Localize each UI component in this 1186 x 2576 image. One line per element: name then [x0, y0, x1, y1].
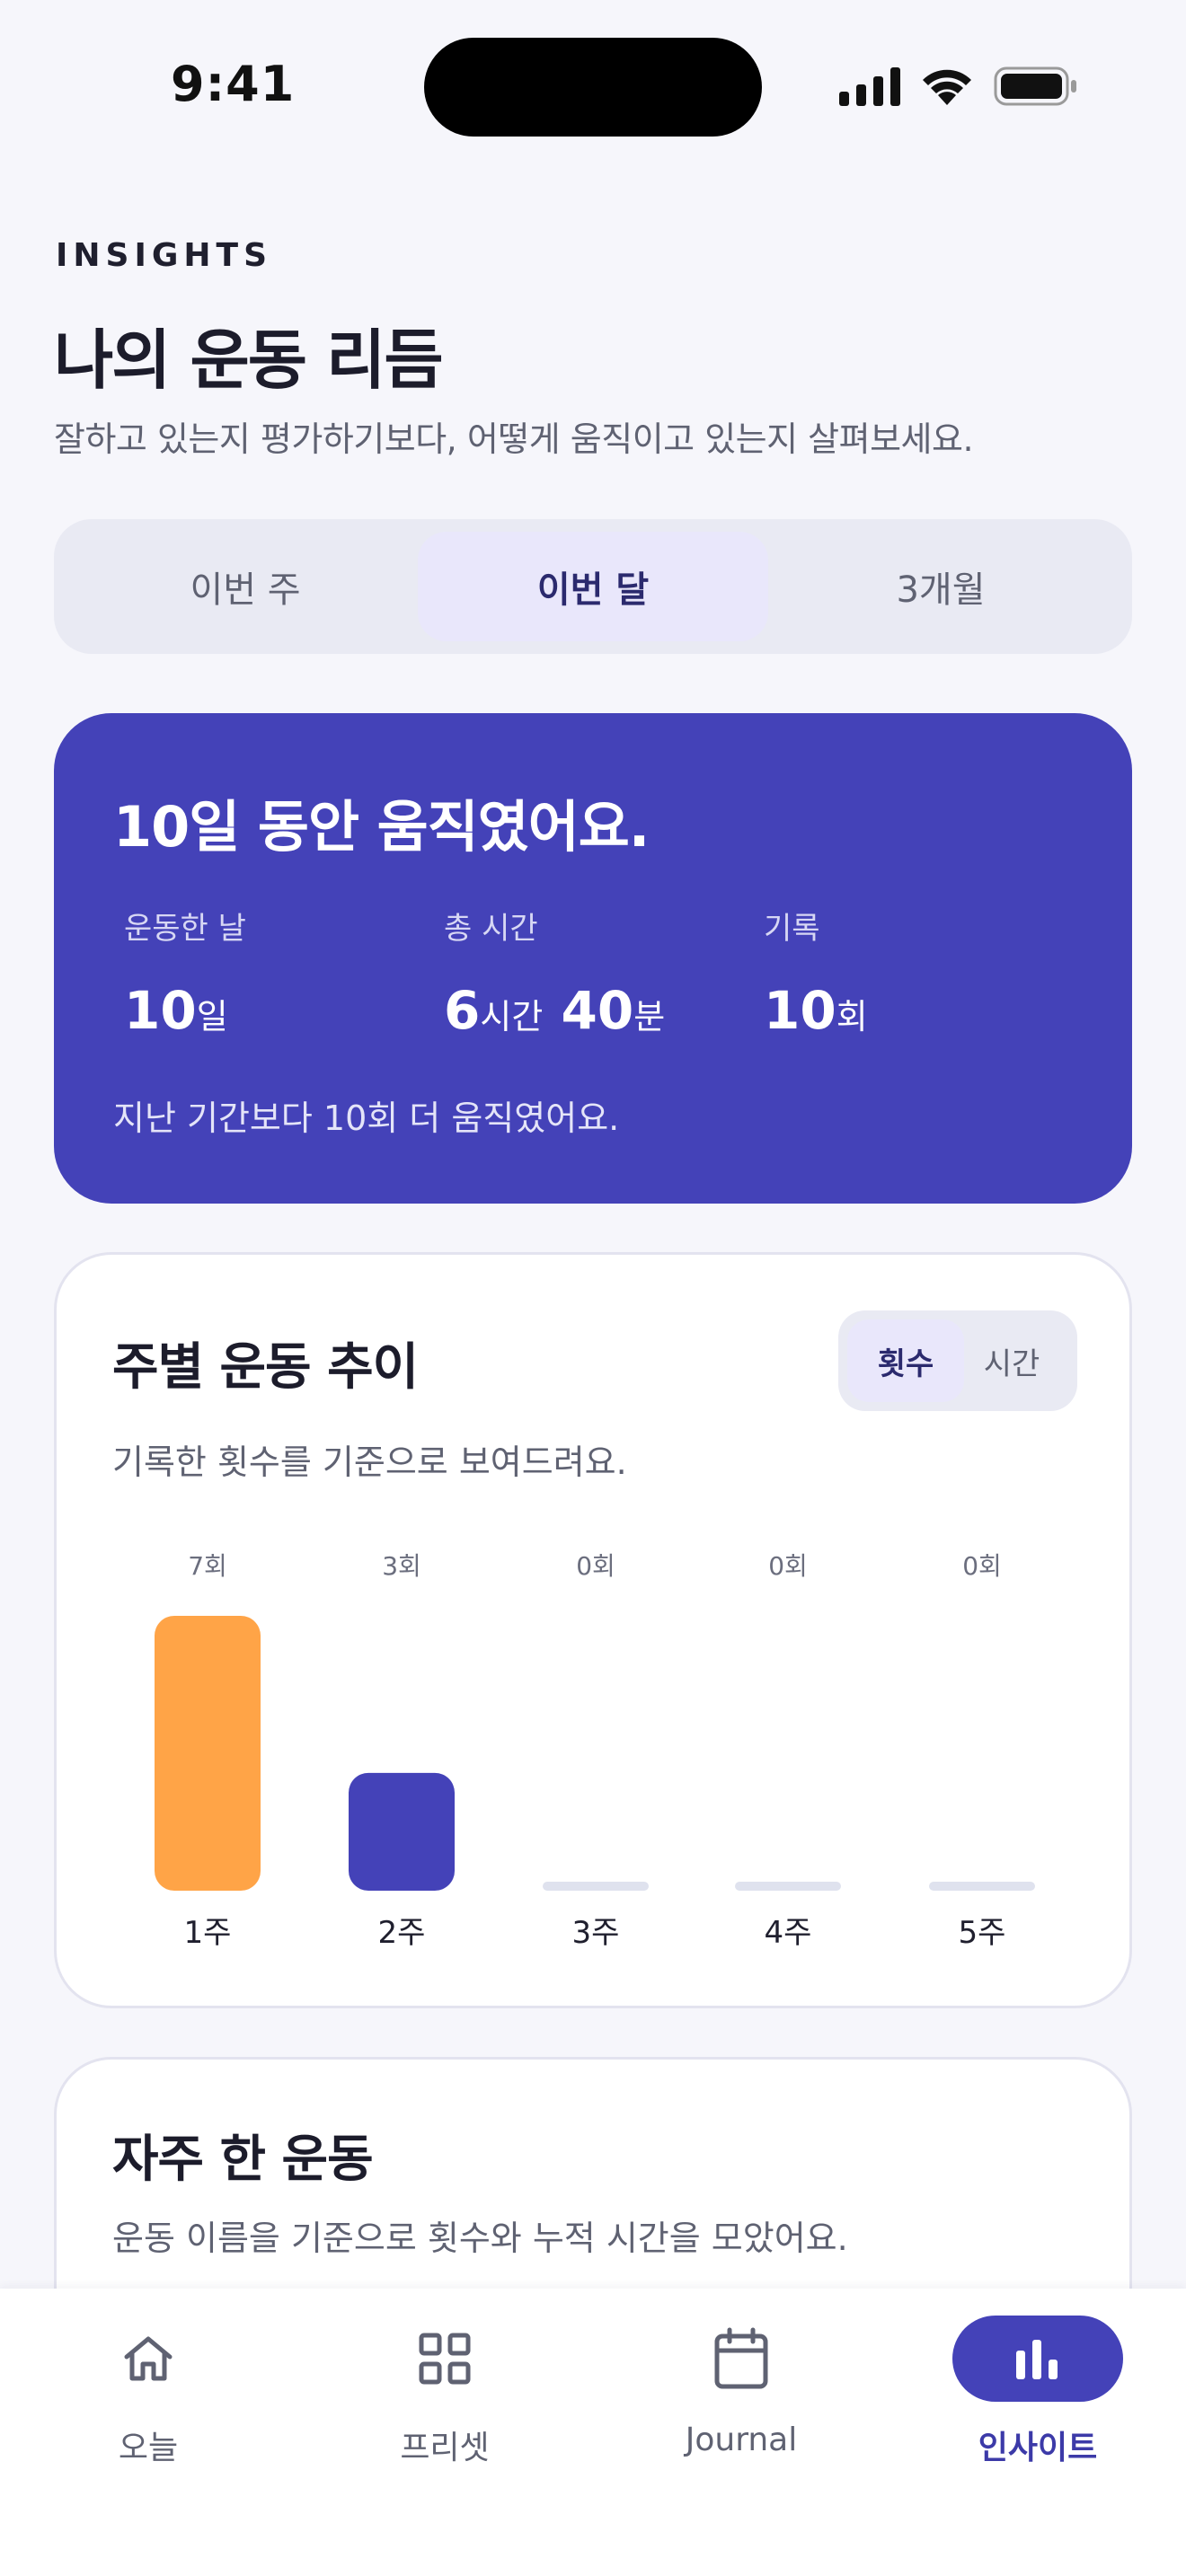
bottom-tab-bar: 오늘 프리셋 Journal 인사이트: [0, 2289, 1186, 2576]
stat-unit: 일: [196, 997, 228, 1037]
stat-unit: 시간: [480, 997, 544, 1037]
chart-value-label: 7회: [188, 1551, 227, 1581]
stat-number: 40: [561, 980, 634, 1041]
weekly-trend-card: 주별 운동 추이 횟수 시간 기록한 횟수를 기준으로 보여드려요. 7회 1주 3…: [54, 1252, 1132, 2008]
chart-value-label: 0회: [768, 1551, 808, 1581]
stat-label: 운동한 날: [124, 911, 246, 947]
stat-unit: 분: [633, 997, 666, 1037]
weekly-trend-title: 주별 운동 추이: [112, 1338, 419, 1397]
chart-bar: [735, 1882, 841, 1891]
tab-label: 오늘: [118, 2430, 179, 2466]
stat-value: 10일: [124, 980, 246, 1041]
tab-label: Journal: [685, 2422, 798, 2458]
tab-insights[interactable]: 인사이트: [939, 2316, 1137, 2477]
status-icons: [839, 63, 1078, 110]
period-tab-this-week[interactable]: 이번 주: [70, 532, 420, 641]
frequent-description: 운동 이름을 기준으로 횟수와 누적 시간을 모았어요.: [112, 2219, 848, 2258]
tab-label: 프리셋: [400, 2430, 490, 2466]
bar-chart-icon: [952, 2316, 1123, 2402]
stat-number: 10: [124, 980, 197, 1041]
summary-comparison: 지난 기간보다 10회 더 움직였어요.: [113, 1098, 620, 1138]
grid-icon: [359, 2316, 530, 2402]
period-tab-label: 이번 주: [190, 569, 301, 611]
tab-presets[interactable]: 프리셋: [346, 2316, 544, 2477]
dynamic-island: [424, 38, 762, 137]
summary-card: 10일 동안 움직였어요. 운동한 날 10일 총 시간 6시간 40분 기록 …: [54, 713, 1132, 1204]
stat-number: 10: [764, 980, 836, 1041]
summary-headline: 10일 동안 움직였어요.: [113, 794, 650, 860]
chart-value-label: 0회: [962, 1551, 1002, 1581]
toggle-label: 횟수: [877, 1345, 934, 1382]
chart-value-label: 3회: [382, 1551, 421, 1581]
frequent-title: 자주 한 운동: [112, 2130, 374, 2189]
chart-category-label: 4주: [765, 1915, 812, 1951]
stat-label: 기록: [764, 911, 820, 947]
tab-label: 인사이트: [978, 2430, 1098, 2466]
toggle-time[interactable]: 시간: [953, 1319, 1070, 1402]
stat-unit: 회: [836, 997, 868, 1037]
metric-toggle: 횟수 시간: [838, 1310, 1077, 1411]
period-tab-3-months[interactable]: 3개월: [766, 532, 1116, 641]
status-time: 9:41: [171, 56, 296, 112]
wifi-icon: [923, 69, 971, 105]
period-tab-this-month[interactable]: 이번 달: [418, 532, 768, 641]
stat-total-time: 총 시간 6시간 40분: [444, 904, 665, 1041]
page-subtitle: 잘하고 있는지 평가하기보다, 어떻게 움직이고 있는지 살펴보세요.: [54, 419, 974, 459]
chart-value-label: 0회: [576, 1551, 615, 1581]
stat-active-days: 운동한 날 10일: [124, 904, 246, 1041]
stat-records: 기록 10회: [764, 904, 868, 1041]
calendar-icon: [656, 2316, 827, 2402]
weekly-bar-chart: 7회 1주 3회 2주 0회 3주 0회 4주 0회 5주: [155, 1551, 1035, 1951]
tab-journal[interactable]: Journal: [642, 2316, 840, 2477]
toggle-label: 시간: [983, 1345, 1040, 1382]
chart-category-label: 2주: [378, 1915, 426, 1951]
weekly-trend-description: 기록한 횟수를 기준으로 보여드려요.: [112, 1442, 627, 1482]
eyebrow-label: INSIGHTS: [56, 237, 273, 274]
stat-number: 6: [444, 980, 481, 1041]
stat-label: 총 시간: [444, 911, 538, 947]
period-tab-label: 이번 달: [536, 569, 650, 611]
chart-bar: [155, 1616, 261, 1891]
home-icon: [63, 2316, 234, 2402]
battery-icon: [994, 66, 1076, 106]
chart-bar: [929, 1882, 1035, 1891]
chart-category-label: 3주: [572, 1915, 620, 1951]
chart-category-label: 1주: [184, 1915, 232, 1951]
toggle-count[interactable]: 횟수: [847, 1319, 964, 1402]
signal-icon: [839, 67, 900, 106]
tab-today[interactable]: 오늘: [49, 2316, 247, 2477]
period-tab-label: 3개월: [896, 569, 986, 611]
page-title: 나의 운동 리듬: [54, 322, 444, 398]
chart-bar: [543, 1882, 649, 1891]
chart-category-label: 5주: [959, 1915, 1006, 1951]
chart-bar: [349, 1772, 455, 1891]
stat-value: 6시간 40분: [444, 980, 665, 1041]
period-segmented-control: 이번 주 이번 달 3개월: [54, 519, 1132, 654]
stat-value: 10회: [764, 980, 868, 1041]
status-bar: 9:41: [0, 0, 1186, 171]
